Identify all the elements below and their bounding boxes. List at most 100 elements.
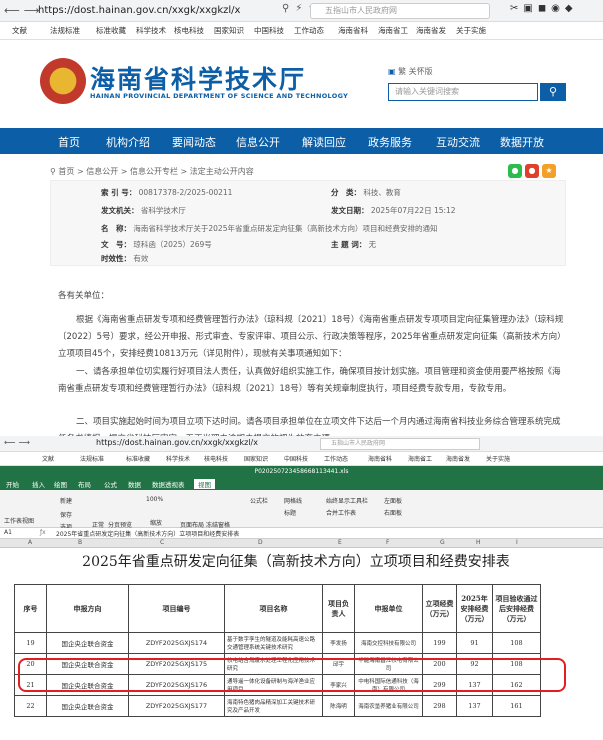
site-search-input[interactable]: 请输入关键词搜索 [388,83,538,101]
nav-item[interactable]: 互动交流 [436,134,480,150]
top-links[interactable]: ▣ 繁 关怀版 [388,66,433,77]
address-bar-2[interactable]: https://dost.hainan.gov.cn/xxgk/xxgkzl/x [96,438,258,447]
ribbon-control[interactable]: 合并工作表 [326,508,356,517]
table-cell-total[interactable]: 199 [422,632,457,654]
column-header[interactable]: B [78,539,82,546]
bookmark-item[interactable]: 海南省工 [408,454,432,463]
table-header: 申报方向 [46,584,129,633]
wechat-icon[interactable]: ● [508,164,522,178]
table-cell-unit[interactable]: 海南交控科技有限公司 [354,632,423,654]
ribbon-control[interactable]: 100% [146,496,163,503]
column-header[interactable]: A [28,539,32,546]
nav-item[interactable]: 政务服务 [368,134,412,150]
address-bar[interactable]: https://dost.hainan.gov.cn/xxgk/xxgkzl/x [38,3,278,19]
table-cell-dir[interactable]: 国企央企联合资金 [46,632,129,654]
bookmark-item[interactable]: 核电科技 [174,25,204,36]
ribbon-tab[interactable]: 布局 [78,479,91,489]
weibo-icon[interactable]: ▣ [388,67,396,76]
bookmark-item[interactable]: 核电科技 [204,454,228,463]
nav-item[interactable]: 数据开放 [500,134,544,150]
bookmark-item[interactable]: 中国科技 [284,454,308,463]
ribbon-control[interactable]: 右面板 [384,508,402,517]
bookmark-item[interactable]: 科学技术 [136,25,166,36]
ribbon-tab[interactable]: 视图 [194,479,215,489]
nav-item[interactable]: 首页 [58,134,80,150]
bookmark-item[interactable]: 标准收藏 [96,25,126,36]
table-cell-after[interactable]: 108 [492,632,541,654]
ribbon-control[interactable]: 保存 [60,510,72,519]
table-row[interactable]: 19 国企央企联合资金 ZDYF2025GXJS174 基于数字孪生的隧道及能耗高速公… [14,632,541,654]
bookmark-item[interactable]: 海南省发 [446,454,470,463]
table-cell-lead[interactable]: 陈海明 [322,695,355,717]
favorite-icon[interactable]: ★ [542,164,556,178]
table-cell-no[interactable]: 19 [14,632,47,654]
bookmark-item[interactable]: 海南省科 [368,454,392,463]
column-header[interactable]: G [440,539,445,546]
nav-buttons-2[interactable]: ⟵⟶ [4,438,33,447]
column-header[interactable]: H [476,539,481,546]
bookmark-item[interactable]: 中国科技 [254,25,284,36]
search-icon[interactable]: ⚲ [540,83,566,101]
ribbon-control[interactable]: 缩放 [150,518,162,527]
ribbon-control[interactable]: 左面板 [384,496,402,505]
bookmark-item[interactable]: 工作动态 [324,454,348,463]
ribbon-tab[interactable]: 插入 [32,479,45,489]
table-cell-no[interactable]: 22 [14,695,47,717]
table-cell-code[interactable]: ZDYF2025GXJS177 [128,695,225,717]
bookmark-item[interactable]: 海南省科 [338,25,368,36]
weibo-share-icon[interactable]: ● [525,164,539,178]
ribbon-control[interactable]: 公式栏 [250,496,268,505]
ribbon-control[interactable]: 网格线 [284,496,302,505]
bookmark-item[interactable]: 海南省发 [416,25,446,36]
bookmark-item[interactable]: 关于实施 [486,454,510,463]
ribbon-tab[interactable]: 数据 [128,479,141,489]
bookmark-item[interactable]: 标准收藏 [126,454,150,463]
browser-search-input[interactable]: 五指山市人民政府网 [310,3,490,19]
nav-item[interactable]: 要闻动态 [172,134,216,150]
column-header[interactable]: I [516,539,518,546]
bookmark-item[interactable]: 关于实施 [456,25,486,36]
bookmark-item[interactable]: 国家知识 [244,454,268,463]
formula-bar[interactable]: A1 ƒx 2025年省重点研发定向征集（高新技术方向）立项项目和经费安排表 [0,528,603,539]
bookmark-item[interactable]: 文献 [12,25,27,36]
table-cell-y2025[interactable]: 91 [456,632,493,654]
extension-icons[interactable]: ✂▣◼◉◆ [510,3,578,14]
table-cell-name[interactable]: 基于数字孪生的隧道及能耗高速公路交通管理系统关键技术研究 [224,632,323,654]
cell-reference[interactable]: A1 [4,529,12,536]
ribbon-tab[interactable]: 数据透视表 [152,479,185,489]
breadcrumb[interactable]: ⚲ 首页 > 信息公开 > 信息公开专栏 > 法定主动公开内容 [50,166,254,177]
ribbon-control[interactable]: 新建 [60,496,72,505]
table-cell-lead[interactable]: 李发扬 [322,632,355,654]
bookmark-item[interactable]: 海南省工 [378,25,408,36]
column-header[interactable]: E [338,539,342,546]
bookmark-item[interactable]: 文献 [42,454,54,463]
column-header[interactable]: F [386,539,389,546]
ribbon-control[interactable]: 始终显示工具栏 [326,496,368,505]
bookmark-item[interactable]: 法规标准 [50,25,80,36]
ribbon-tab[interactable]: 绘图 [54,479,67,489]
ribbon-tab[interactable]: 开始 [6,479,19,489]
bookmark-item[interactable]: 法规标准 [80,454,104,463]
column-header[interactable]: D [258,539,263,546]
table-cell-name[interactable]: 海南特色猪肉品精深加工关键技术研究及产品开发 [224,695,323,717]
nav-item[interactable]: 解读回应 [302,134,346,150]
table-cell-y2025[interactable]: 137 [456,695,493,717]
browser-search-input-2[interactable]: 五指山市人民政府网 [320,438,480,450]
table-cell-code[interactable]: ZDYF2025GXJS174 [128,632,225,654]
table-header: 立项经费（万元） [422,584,457,633]
formula-content[interactable]: 2025年省重点研发定向征集（高新技术方向）立项项目和经费安排表 [56,529,239,538]
bookmark-item[interactable]: 工作动态 [294,25,324,36]
ribbon-control[interactable]: 标题 [284,508,296,517]
ribbon-control[interactable]: 工作表视图 [4,516,34,525]
table-cell-total[interactable]: 298 [422,695,457,717]
table-cell-unit[interactable]: 海南农垦养猪业有限公司 [354,695,423,717]
ribbon-tab[interactable]: 公式 [104,479,117,489]
nav-item[interactable]: 机构介绍 [106,134,150,150]
nav-item[interactable]: 信息公开 [236,134,280,150]
bookmark-item[interactable]: 国家知识 [214,25,244,36]
column-header[interactable]: C [160,539,164,546]
bookmark-item[interactable]: 科学技术 [166,454,190,463]
table-cell-dir[interactable]: 国企央企联合资金 [46,695,129,717]
table-cell-after[interactable]: 161 [492,695,541,717]
table-row[interactable]: 22 国企央企联合资金 ZDYF2025GXJS177 海南特色猪肉品精深加工关键技术… [14,695,541,717]
